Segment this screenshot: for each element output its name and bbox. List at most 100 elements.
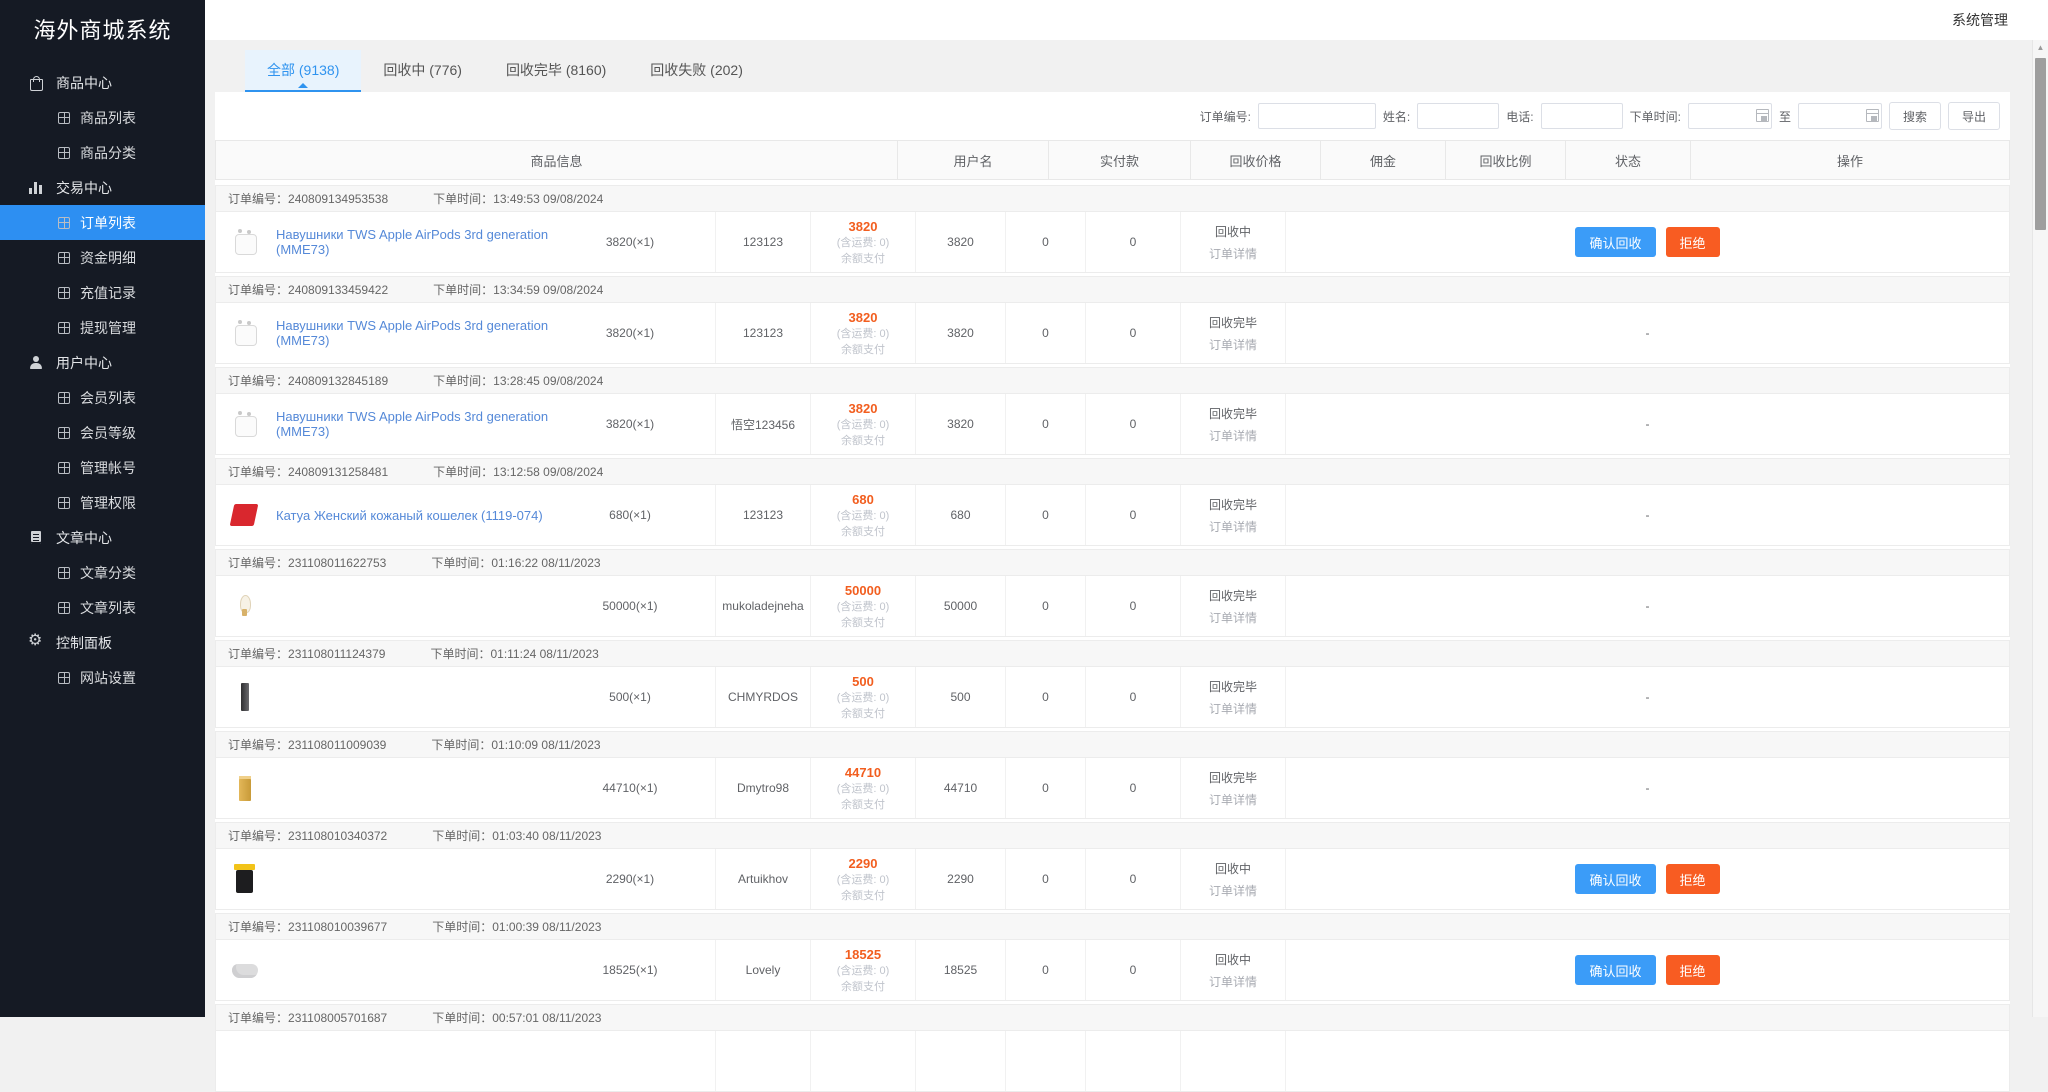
search-button[interactable]: 搜索: [1888, 102, 1941, 130]
product-link[interactable]: Катуа Женский кожаный кошелек (1119-074): [276, 508, 555, 523]
order-detail-link[interactable]: 订单详情: [1209, 702, 1257, 716]
order-no-prefix: 订单编号：: [228, 920, 289, 934]
product-image: [228, 316, 262, 350]
sidebar-section-商品中心[interactable]: 商品中心: [0, 65, 205, 100]
paid-amount: 3820: [848, 218, 878, 234]
order-block: 订单编号： 231108011622753 下单时间： 01:16:22 08/11…: [215, 549, 2010, 637]
order-strip: 订单编号： 240809134953538 下单时间： 13:49:53 09/08…: [215, 185, 2010, 212]
export-button[interactable]: 导出: [1947, 102, 2000, 130]
sidebar-item-文章列表[interactable]: 文章列表: [0, 590, 205, 625]
order-no-prefix: 订单编号：: [228, 1011, 289, 1025]
sidebar-item-网站设置[interactable]: 网站设置: [0, 660, 205, 695]
status-cell: 回收完毕 订单详情: [1181, 667, 1286, 727]
sidebar-item-资金明细[interactable]: 资金明细: [0, 240, 205, 275]
sidebar-item-会员列表[interactable]: 会员列表: [0, 380, 205, 415]
product-cell: Навушники TWS Apple AirPods 3rd generati…: [216, 303, 716, 363]
username-cell: mukoladejneha: [716, 576, 811, 636]
sidebar-item-管理帐号[interactable]: 管理帐号: [0, 450, 205, 485]
ratio-cell: 0: [1086, 667, 1181, 727]
vertical-scrollbar[interactable]: ▲: [2032, 40, 2048, 1017]
reject-button[interactable]: 拒绝: [1665, 955, 1720, 985]
pay-method: 余额支付: [841, 343, 885, 356]
calendar-icon[interactable]: [1865, 109, 1879, 122]
calendar-icon[interactable]: [1755, 109, 1769, 122]
system-admin-menu[interactable]: 系统管理: [1952, 10, 2008, 30]
reject-button[interactable]: 拒绝: [1665, 227, 1720, 257]
grid-icon: [58, 566, 70, 579]
order-no-input[interactable]: [1257, 103, 1376, 129]
order-detail-link[interactable]: 订单详情: [1209, 429, 1257, 443]
sidebar-item-label: 商品分类: [80, 144, 136, 161]
order-no-prefix: 订单编号：: [228, 647, 289, 661]
status-cell: 回收完毕 订单详情: [1181, 758, 1286, 818]
order-row: 44710(×1) Dmytro98 44710 (含运费: 0) 余额支付 4…: [215, 758, 2010, 819]
sidebar-item-文章分类[interactable]: 文章分类: [0, 555, 205, 590]
grid-icon: [58, 426, 70, 439]
pay-method: 余额支付: [841, 798, 885, 811]
action-cell: -: [1286, 303, 2009, 363]
tab-全部 (9138)[interactable]: 全部 (9138): [245, 50, 362, 92]
status-tabs: 全部 (9138) 回收中 (776) 回收完毕 (8160) 回收失败 (20…: [205, 40, 2048, 92]
freight-note: (含运费: 0): [836, 509, 890, 522]
confirm-recycle-button[interactable]: 确认回收: [1575, 864, 1656, 894]
commission-cell: 0: [1006, 849, 1086, 909]
pay-method: 余额支付: [841, 616, 885, 629]
order-time-value: 13:34:59 09/08/2024: [493, 282, 604, 297]
tab-回收完毕 (8160)[interactable]: 回收完毕 (8160): [484, 50, 628, 92]
sidebar-section-文章中心[interactable]: 文章中心: [0, 520, 205, 555]
order-detail-link[interactable]: 订单详情: [1209, 975, 1257, 989]
order-detail-link[interactable]: 订单详情: [1209, 520, 1257, 534]
order-detail-link[interactable]: 订单详情: [1209, 338, 1257, 352]
sidebar-item-会员等级[interactable]: 会员等级: [0, 415, 205, 450]
order-detail-link[interactable]: 订单详情: [1209, 884, 1257, 898]
status-cell: 回收中 订单详情: [1181, 212, 1286, 272]
phone-input[interactable]: [1540, 103, 1623, 129]
freight-note: (含运费: 0): [836, 782, 890, 795]
no-action-dash: -: [1645, 508, 1650, 522]
sidebar-item-订单列表[interactable]: 订单列表: [0, 205, 205, 240]
order-row: 50000(×1) mukoladejneha 50000 (含运费: 0) 余…: [215, 576, 2010, 637]
username-cell: CHMYRDOS: [716, 667, 811, 727]
order-strip: 订单编号： 231108010039677 下单时间： 01:00:39 08/11…: [215, 913, 2010, 940]
product-image: [228, 225, 262, 259]
sidebar-item-label: 商品列表: [80, 109, 136, 126]
sidebar-section-控制面板[interactable]: 控制面板: [0, 625, 205, 660]
name-input[interactable]: [1417, 103, 1500, 129]
reject-button[interactable]: 拒绝: [1665, 864, 1720, 894]
order-time-value: 13:12:58 09/08/2024: [493, 464, 604, 479]
paid-amount: 44710: [844, 764, 882, 780]
sidebar-section-交易中心[interactable]: 交易中心: [0, 170, 205, 205]
product-link[interactable]: Навушники TWS Apple AirPods 3rd generati…: [276, 409, 555, 439]
product-link[interactable]: Навушники TWS Apple AirPods 3rd generati…: [276, 318, 555, 348]
order-time-value: 13:28:45 09/08/2024: [493, 373, 604, 388]
product-image: [228, 953, 262, 987]
order-no-value: 231108010340372: [288, 828, 388, 843]
scrollbar-thumb[interactable]: [2035, 58, 2046, 230]
recycle-price-cell: 3820: [916, 303, 1006, 363]
product-image: [228, 589, 262, 623]
order-detail-link[interactable]: 订单详情: [1209, 247, 1257, 261]
order-row: 500(×1) CHMYRDOS 500 (含运费: 0) 余额支付 500 0…: [215, 667, 2010, 728]
sidebar-item-提现管理[interactable]: 提现管理: [0, 310, 205, 345]
order-detail-link[interactable]: 订单详情: [1209, 793, 1257, 807]
order-block: 订单编号： 231108010039677 下单时间： 01:00:39 08/11…: [215, 913, 2010, 1001]
sidebar-item-label: 管理权限: [80, 494, 136, 511]
tab-回收中 (776)[interactable]: 回收中 (776): [361, 50, 484, 92]
freight-note: (含运费: 0): [836, 873, 890, 886]
paid-amount: 680: [852, 491, 874, 507]
grid-icon: [58, 461, 70, 474]
confirm-recycle-button[interactable]: 确认回收: [1575, 955, 1656, 985]
sidebar-item-商品列表[interactable]: 商品列表: [0, 100, 205, 135]
order-detail-link[interactable]: 订单详情: [1209, 611, 1257, 625]
sidebar-item-商品分类[interactable]: 商品分类: [0, 135, 205, 170]
tab-回收失败 (202)[interactable]: 回收失败 (202): [628, 50, 765, 92]
sidebar: 海外商城系统 商品中心 商品列表 商品分类 交易中心 订单列表 资金明细 充值记…: [0, 0, 205, 1017]
sidebar-section-用户中心[interactable]: 用户中心: [0, 345, 205, 380]
status-text: 回收完毕: [1208, 406, 1257, 421]
order-time-prefix: 下单时间：: [433, 465, 494, 479]
scrollbar-up-icon[interactable]: ▲: [2033, 40, 2048, 56]
confirm-recycle-button[interactable]: 确认回收: [1575, 227, 1656, 257]
sidebar-item-充值记录[interactable]: 充值记录: [0, 275, 205, 310]
sidebar-item-管理权限[interactable]: 管理权限: [0, 485, 205, 520]
product-link[interactable]: Навушники TWS Apple AirPods 3rd generati…: [276, 227, 555, 257]
